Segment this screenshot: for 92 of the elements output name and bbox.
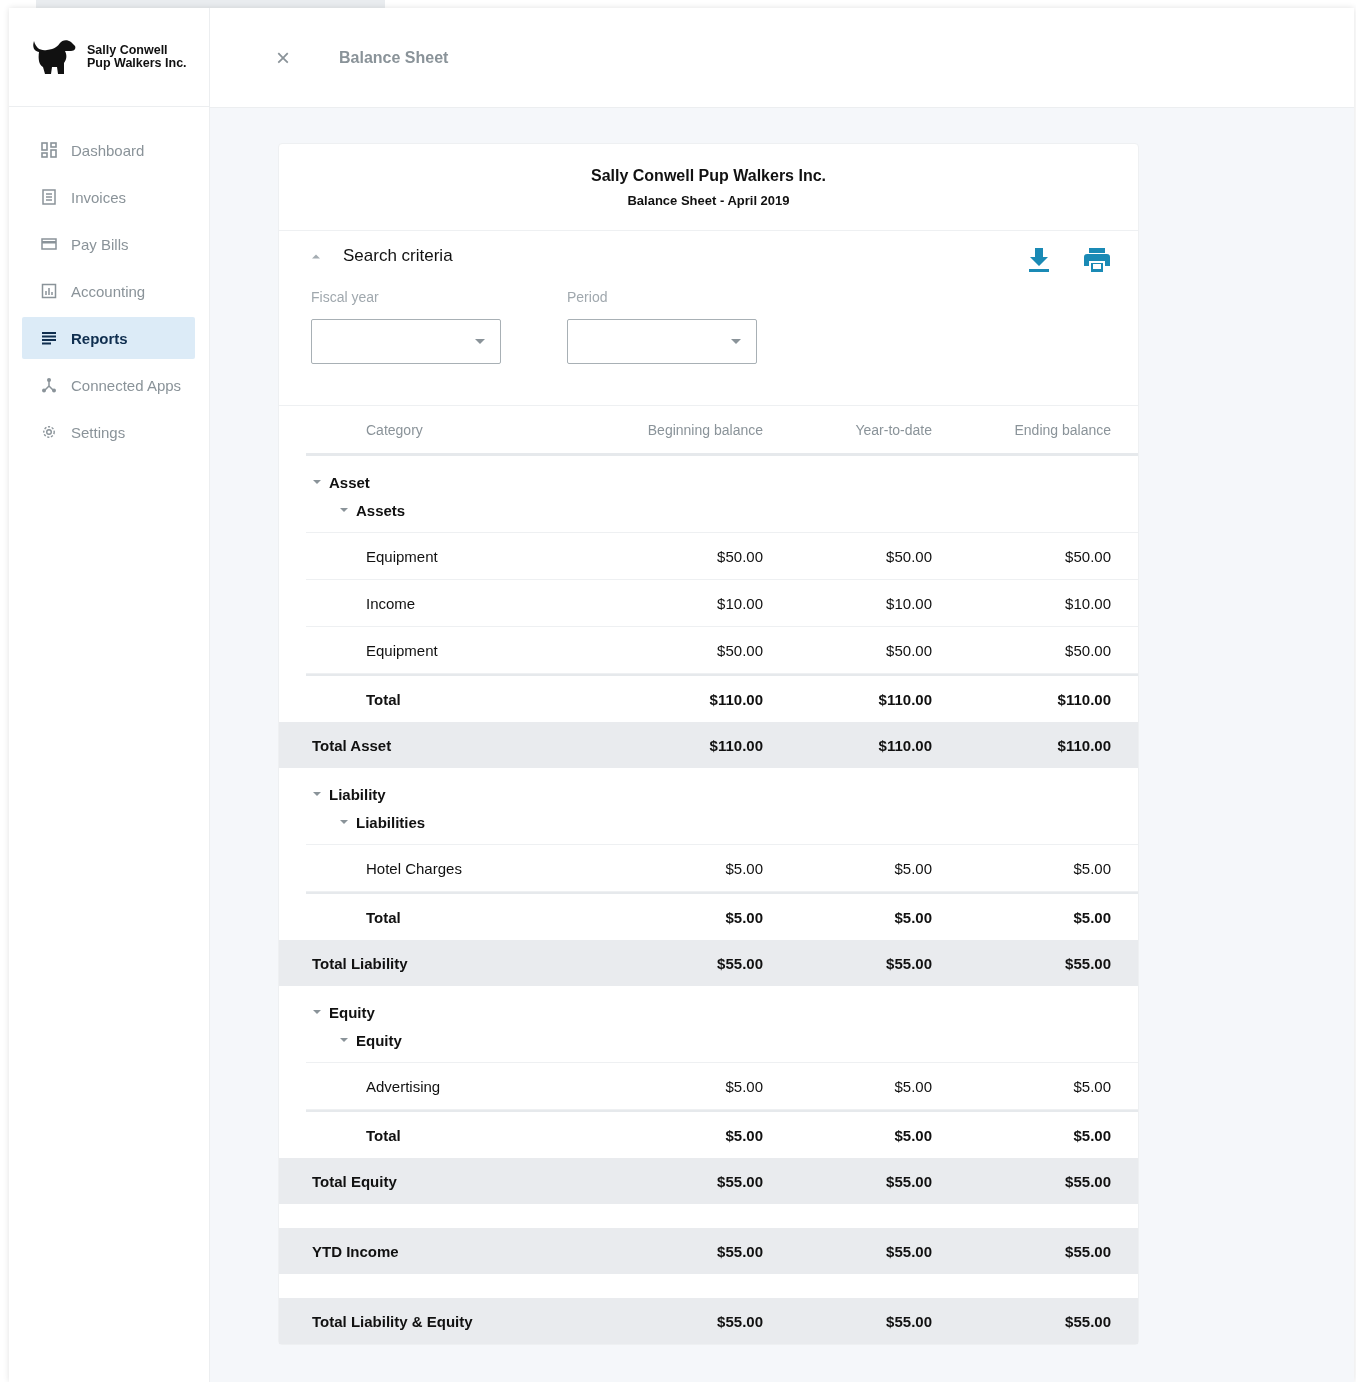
group-toggle[interactable]: Equity: [339, 1026, 402, 1054]
table-cell-text: $55.00: [1064, 954, 1111, 972]
caret-icon: [339, 507, 349, 513]
caret-icon: [731, 338, 741, 345]
table-cell-text: $5.00: [724, 908, 763, 926]
table-cell-text: $5.00: [893, 1126, 932, 1144]
table-cell-text: $5.00: [724, 1077, 763, 1095]
table-cell-text: $55.00: [1064, 1172, 1111, 1190]
table-cell-text: $50.00: [885, 641, 932, 659]
table-cell-text: $50.00: [716, 547, 763, 565]
table-cell-text: $5.00: [1072, 1077, 1111, 1095]
table-cell-text: Total: [366, 1126, 402, 1144]
caret-icon: [475, 338, 485, 345]
table-cell-text: Total: [366, 908, 402, 926]
column-header: Beginning balance: [646, 421, 763, 438]
table-cell-text: $55.00: [716, 1312, 763, 1330]
table-cell-text: YTD Income: [312, 1242, 400, 1260]
table-cell-text: $110.00: [1056, 690, 1111, 708]
group-toggle[interactable]: Liabilities: [339, 808, 426, 836]
caret-icon: [312, 791, 322, 797]
table-cell-text: Total Liability: [312, 954, 409, 972]
caret-icon: [312, 479, 322, 485]
document-icon: [41, 189, 57, 205]
table-cell-text: $110.00: [708, 690, 763, 708]
dropdown-field[interactable]: [567, 319, 757, 364]
table-cell-text: $50.00: [885, 547, 932, 565]
table-cell-text: $55.00: [1064, 1312, 1111, 1330]
table-cell-text: $50.00: [1064, 547, 1111, 565]
table-cell-text: $55.00: [885, 1312, 932, 1330]
column-header: Category: [366, 421, 424, 438]
table-cell-text: $55.00: [716, 954, 763, 972]
table-cell-text: $5.00: [1072, 1126, 1111, 1144]
list-icon: [41, 330, 57, 346]
table-cell-text: $110.00: [1056, 736, 1111, 754]
column-header: Ending balance: [1013, 421, 1111, 438]
print-icon[interactable]: [1083, 247, 1111, 273]
table-cell-text: $50.00: [1064, 641, 1111, 659]
table-cell-text: $5.00: [893, 1077, 932, 1095]
network-icon: [41, 377, 57, 393]
table-cell-text: $5.00: [724, 859, 763, 877]
table-cell-text: $55.00: [716, 1242, 763, 1260]
table-cell-text: Total Equity: [312, 1172, 398, 1190]
table-cell-text: Equipment: [366, 547, 439, 565]
table-cell-text: $55.00: [885, 1172, 932, 1190]
table-cell-text: $55.00: [1064, 1242, 1111, 1260]
table-cell-text: $5.00: [1072, 859, 1111, 877]
report-title: Sally Conwell Pup Walkers Inc.: [591, 166, 826, 185]
dashboard-icon: [41, 142, 57, 158]
collapse-toggle[interactable]: Search criteria: [311, 243, 453, 269]
table-cell-text: Total Liability & Equity: [312, 1312, 474, 1330]
download-icon[interactable]: [1028, 247, 1050, 273]
table-cell-text: $55.00: [885, 954, 932, 972]
settings-icon: [41, 424, 57, 440]
column-header: Year-to-date: [854, 421, 932, 438]
dog-icon: [31, 39, 77, 75]
table-cell-text: Total Asset: [312, 736, 393, 754]
group-toggle[interactable]: Assets: [339, 496, 406, 524]
report-subtitle: Balance Sheet - April 2019: [627, 192, 790, 208]
table-cell-text: Advertising: [366, 1077, 442, 1095]
table-cell-text: Total: [366, 690, 402, 708]
table-cell-text: $110.00: [708, 736, 763, 754]
table-cell-text: Income: [366, 594, 417, 612]
page-title: Balance Sheet: [339, 48, 449, 67]
table-cell-text: $55.00: [885, 1242, 932, 1260]
table-cell-text: $10.00: [716, 594, 763, 612]
section-toggle[interactable]: Liability: [312, 780, 386, 808]
caret-icon: [339, 1037, 349, 1043]
field-label: Fiscal year: [311, 289, 380, 305]
card-icon: [41, 236, 57, 252]
table-cell-text: $5.00: [1072, 908, 1111, 926]
company-name: Sally Conwell: [87, 44, 169, 57]
dropdown-field[interactable]: [311, 319, 501, 364]
caret-icon: [312, 1009, 322, 1015]
section-toggle[interactable]: Equity: [312, 998, 375, 1026]
field-label: Period: [567, 289, 609, 305]
table-cell-text: $5.00: [893, 908, 932, 926]
caret-icon: [339, 819, 349, 825]
table-cell-text: Equipment: [366, 641, 439, 659]
chart-icon: [41, 283, 57, 299]
table-cell-text: $55.00: [716, 1172, 763, 1190]
sidebar-item[interactable]: Reports: [22, 317, 195, 359]
table-cell-text: $10.00: [1064, 594, 1111, 612]
table-cell-text: $50.00: [716, 641, 763, 659]
section-toggle[interactable]: Asset: [312, 468, 370, 496]
caret-icon: [311, 253, 321, 259]
table-cell-text: $110.00: [877, 690, 932, 708]
table-cell-text: $110.00: [877, 736, 932, 754]
table-cell-text: $5.00: [893, 859, 932, 877]
company-name: Pup Walkers Inc.: [87, 57, 187, 70]
table-cell-text: $10.00: [885, 594, 932, 612]
table-cell-text: $5.00: [724, 1126, 763, 1144]
table-cell-text: Hotel Charges: [366, 859, 463, 877]
